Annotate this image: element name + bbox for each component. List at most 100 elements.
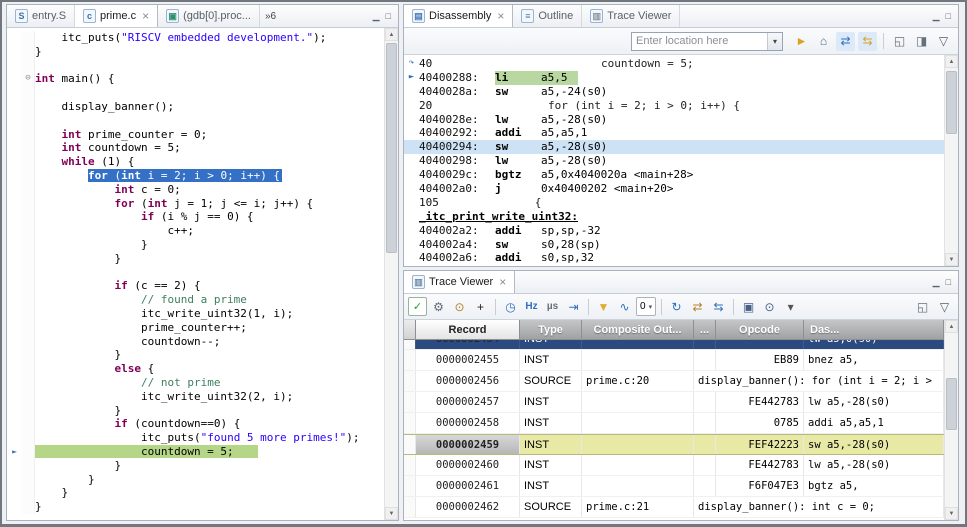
- minimize-pane-icon[interactable]: ▁: [373, 11, 380, 22]
- microseconds-icon[interactable]: µs: [543, 297, 562, 316]
- disasm-instruction-line[interactable]: 4040028e:lwa5,-28(s0): [404, 113, 944, 127]
- code-line[interactable]: }: [7, 252, 384, 266]
- code-line[interactable]: }: [7, 459, 384, 473]
- scroll-up-button[interactable]: ▲: [385, 28, 398, 41]
- maximize-pane-icon[interactable]: □: [386, 11, 391, 21]
- column-header-type[interactable]: Type: [520, 320, 582, 340]
- settings-wrench-icon[interactable]: ⚙: [429, 297, 448, 316]
- tab-trace-viewer[interactable]: ▥Trace Viewer×: [404, 271, 515, 293]
- disasm-source-line[interactable]: 20 for (int i = 2; i > 0; i++) {: [404, 99, 944, 113]
- trace-row[interactable]: 0000002458INST0785addi a5,a5,1: [404, 413, 944, 434]
- code-line[interactable]: ⊖int main() {: [7, 72, 384, 86]
- hidden-editors-indicator[interactable]: »6: [260, 11, 281, 22]
- disasm-instruction-line[interactable]: 40400292:addia5,a5,1: [404, 126, 944, 140]
- combo-dropdown-icon[interactable]: ▾: [767, 33, 782, 50]
- code-line[interactable]: display_banner();: [7, 100, 384, 114]
- chart-icon[interactable]: ∿: [615, 297, 634, 316]
- code-editor[interactable]: itc_puts("RISCV embedded development.");…: [7, 28, 384, 520]
- scroll-down-button[interactable]: ▼: [385, 507, 398, 520]
- add-icon[interactable]: +: [471, 297, 490, 316]
- filter-icon[interactable]: ▼: [594, 297, 613, 316]
- trace-vertical-scrollbar[interactable]: ▲ ▼: [944, 320, 958, 520]
- tab-prime-c[interactable]: cprime.c×: [75, 5, 158, 27]
- close-tab-icon[interactable]: ×: [499, 275, 506, 289]
- maximize-pane-icon[interactable]: □: [946, 11, 951, 21]
- trace-row[interactable]: 0000002460INSTFE442783lw a5,-28(s0): [404, 455, 944, 476]
- tab-trace-viewer[interactable]: ▥Trace Viewer: [582, 5, 680, 27]
- trace-enable-checkbox[interactable]: ✓: [408, 297, 427, 316]
- column-header-[interactable]: ...: [694, 320, 716, 340]
- save-trace-icon[interactable]: ▣: [739, 297, 758, 316]
- close-tab-icon[interactable]: ×: [497, 9, 504, 23]
- scrollbar-track[interactable]: [385, 41, 398, 507]
- tab-entry-s[interactable]: Sentry.S: [7, 5, 75, 27]
- sync-context-icon[interactable]: ⇄: [836, 32, 855, 51]
- code-line[interactable]: // found a prime: [7, 293, 384, 307]
- column-header-opcode[interactable]: Opcode: [716, 320, 804, 340]
- zero-filter-dropdown[interactable]: 0▾: [636, 297, 656, 316]
- code-line[interactable]: [7, 266, 384, 280]
- disasm-instruction-line[interactable]: 404002a6:addis0,sp,32: [404, 251, 944, 265]
- goto-location-icon[interactable]: ►: [792, 32, 811, 51]
- code-line[interactable]: int prime_counter = 0;: [7, 128, 384, 142]
- disassembly-vertical-scrollbar[interactable]: ▲ ▼: [944, 55, 958, 266]
- code-line[interactable]: int c = 0;: [7, 183, 384, 197]
- tab-gdb-0-proc[interactable]: ▣(gdb[0].proc...: [158, 5, 260, 27]
- code-line[interactable]: if (i % j == 0) {: [7, 210, 384, 224]
- disassembly-view[interactable]: ↷40 countdown = 5;►40400288:lia5,5404002…: [404, 55, 944, 266]
- code-line[interactable]: ► countdown = 5;: [7, 445, 384, 459]
- detach-view-icon[interactable]: ◱: [890, 32, 909, 51]
- frequency-hz-icon[interactable]: Hz: [522, 297, 541, 316]
- scroll-down-button[interactable]: ▼: [945, 253, 958, 266]
- code-line[interactable]: if (c == 2) {: [7, 279, 384, 293]
- code-line[interactable]: countdown--;: [7, 335, 384, 349]
- clock-icon[interactable]: ◷: [501, 297, 520, 316]
- code-line[interactable]: while (1) {: [7, 155, 384, 169]
- home-icon[interactable]: ⌂: [814, 32, 833, 51]
- analysis-search-icon[interactable]: ⊙: [450, 297, 469, 316]
- scrollbar-thumb[interactable]: [386, 43, 397, 253]
- disasm-instruction-line[interactable]: 40400294:swa5,-28(s0): [404, 140, 944, 154]
- code-line[interactable]: for (int i = 2; i > 0; i++) {: [7, 169, 384, 183]
- code-line[interactable]: itc_puts("RISCV embedded development.");: [7, 31, 384, 45]
- tab-disassembly[interactable]: ▤Disassembly×: [404, 5, 513, 27]
- go-to-end-icon[interactable]: ⇥: [564, 297, 583, 316]
- column-header-das[interactable]: Das...: [804, 320, 944, 340]
- tab-outline[interactable]: ≡Outline: [513, 5, 582, 27]
- code-line[interactable]: [7, 114, 384, 128]
- code-line[interactable]: prime_counter++;: [7, 321, 384, 335]
- disasm-instruction-line[interactable]: 4040029c:bgtza5,0x4040020a <main+28>: [404, 168, 944, 182]
- sync-selection-icon[interactable]: ⇄: [688, 297, 707, 316]
- trace-row[interactable]: 0000002456SOURCEprime.c:20display_banner…: [404, 371, 944, 392]
- follow-trace-icon[interactable]: ⇆: [709, 297, 728, 316]
- scrollbar-track[interactable]: [945, 68, 958, 253]
- trace-row[interactable]: 0000002459INSTFEF42223sw a5,-28(s0): [404, 434, 944, 455]
- disasm-instruction-line[interactable]: 404002a0:j0x40400202 <main+20>: [404, 182, 944, 196]
- view-menu-chevron-icon[interactable]: ▽: [934, 32, 953, 51]
- code-line[interactable]: itc_write_uint32(1, i);: [7, 307, 384, 321]
- close-tab-icon[interactable]: ×: [142, 9, 149, 23]
- pin-view-icon[interactable]: ◨: [912, 32, 931, 51]
- link-with-editor-icon[interactable]: ⇆: [858, 32, 877, 51]
- disasm-source-line[interactable]: ↷40 countdown = 5;: [404, 57, 944, 71]
- disasm-source-line[interactable]: 105 {: [404, 196, 944, 210]
- code-line[interactable]: }: [7, 238, 384, 252]
- maximize-pane-icon[interactable]: □: [946, 277, 951, 287]
- view-menu-chevron-icon[interactable]: ▽: [935, 297, 954, 316]
- code-line[interactable]: }: [7, 473, 384, 487]
- detach-view-icon[interactable]: ◱: [913, 297, 932, 316]
- scrollbar-thumb[interactable]: [946, 378, 957, 430]
- column-header-composite-out[interactable]: Composite Out...: [582, 320, 694, 340]
- code-line[interactable]: for (int j = 1; j <= i; j++) {: [7, 197, 384, 211]
- scroll-up-button[interactable]: ▲: [945, 55, 958, 68]
- minimize-pane-icon[interactable]: ▁: [933, 11, 940, 22]
- scrollbar-thumb[interactable]: [946, 71, 957, 134]
- code-line[interactable]: [7, 59, 384, 73]
- disasm-instruction-line[interactable]: 404002a4:sws0,28(sp): [404, 238, 944, 252]
- location-input[interactable]: [632, 33, 767, 50]
- code-line[interactable]: // not prime: [7, 376, 384, 390]
- code-line[interactable]: if (countdown==0) {: [7, 417, 384, 431]
- editor-vertical-scrollbar[interactable]: ▲ ▼: [384, 28, 398, 520]
- code-line[interactable]: }: [7, 404, 384, 418]
- search-trace-icon[interactable]: ⊙: [760, 297, 779, 316]
